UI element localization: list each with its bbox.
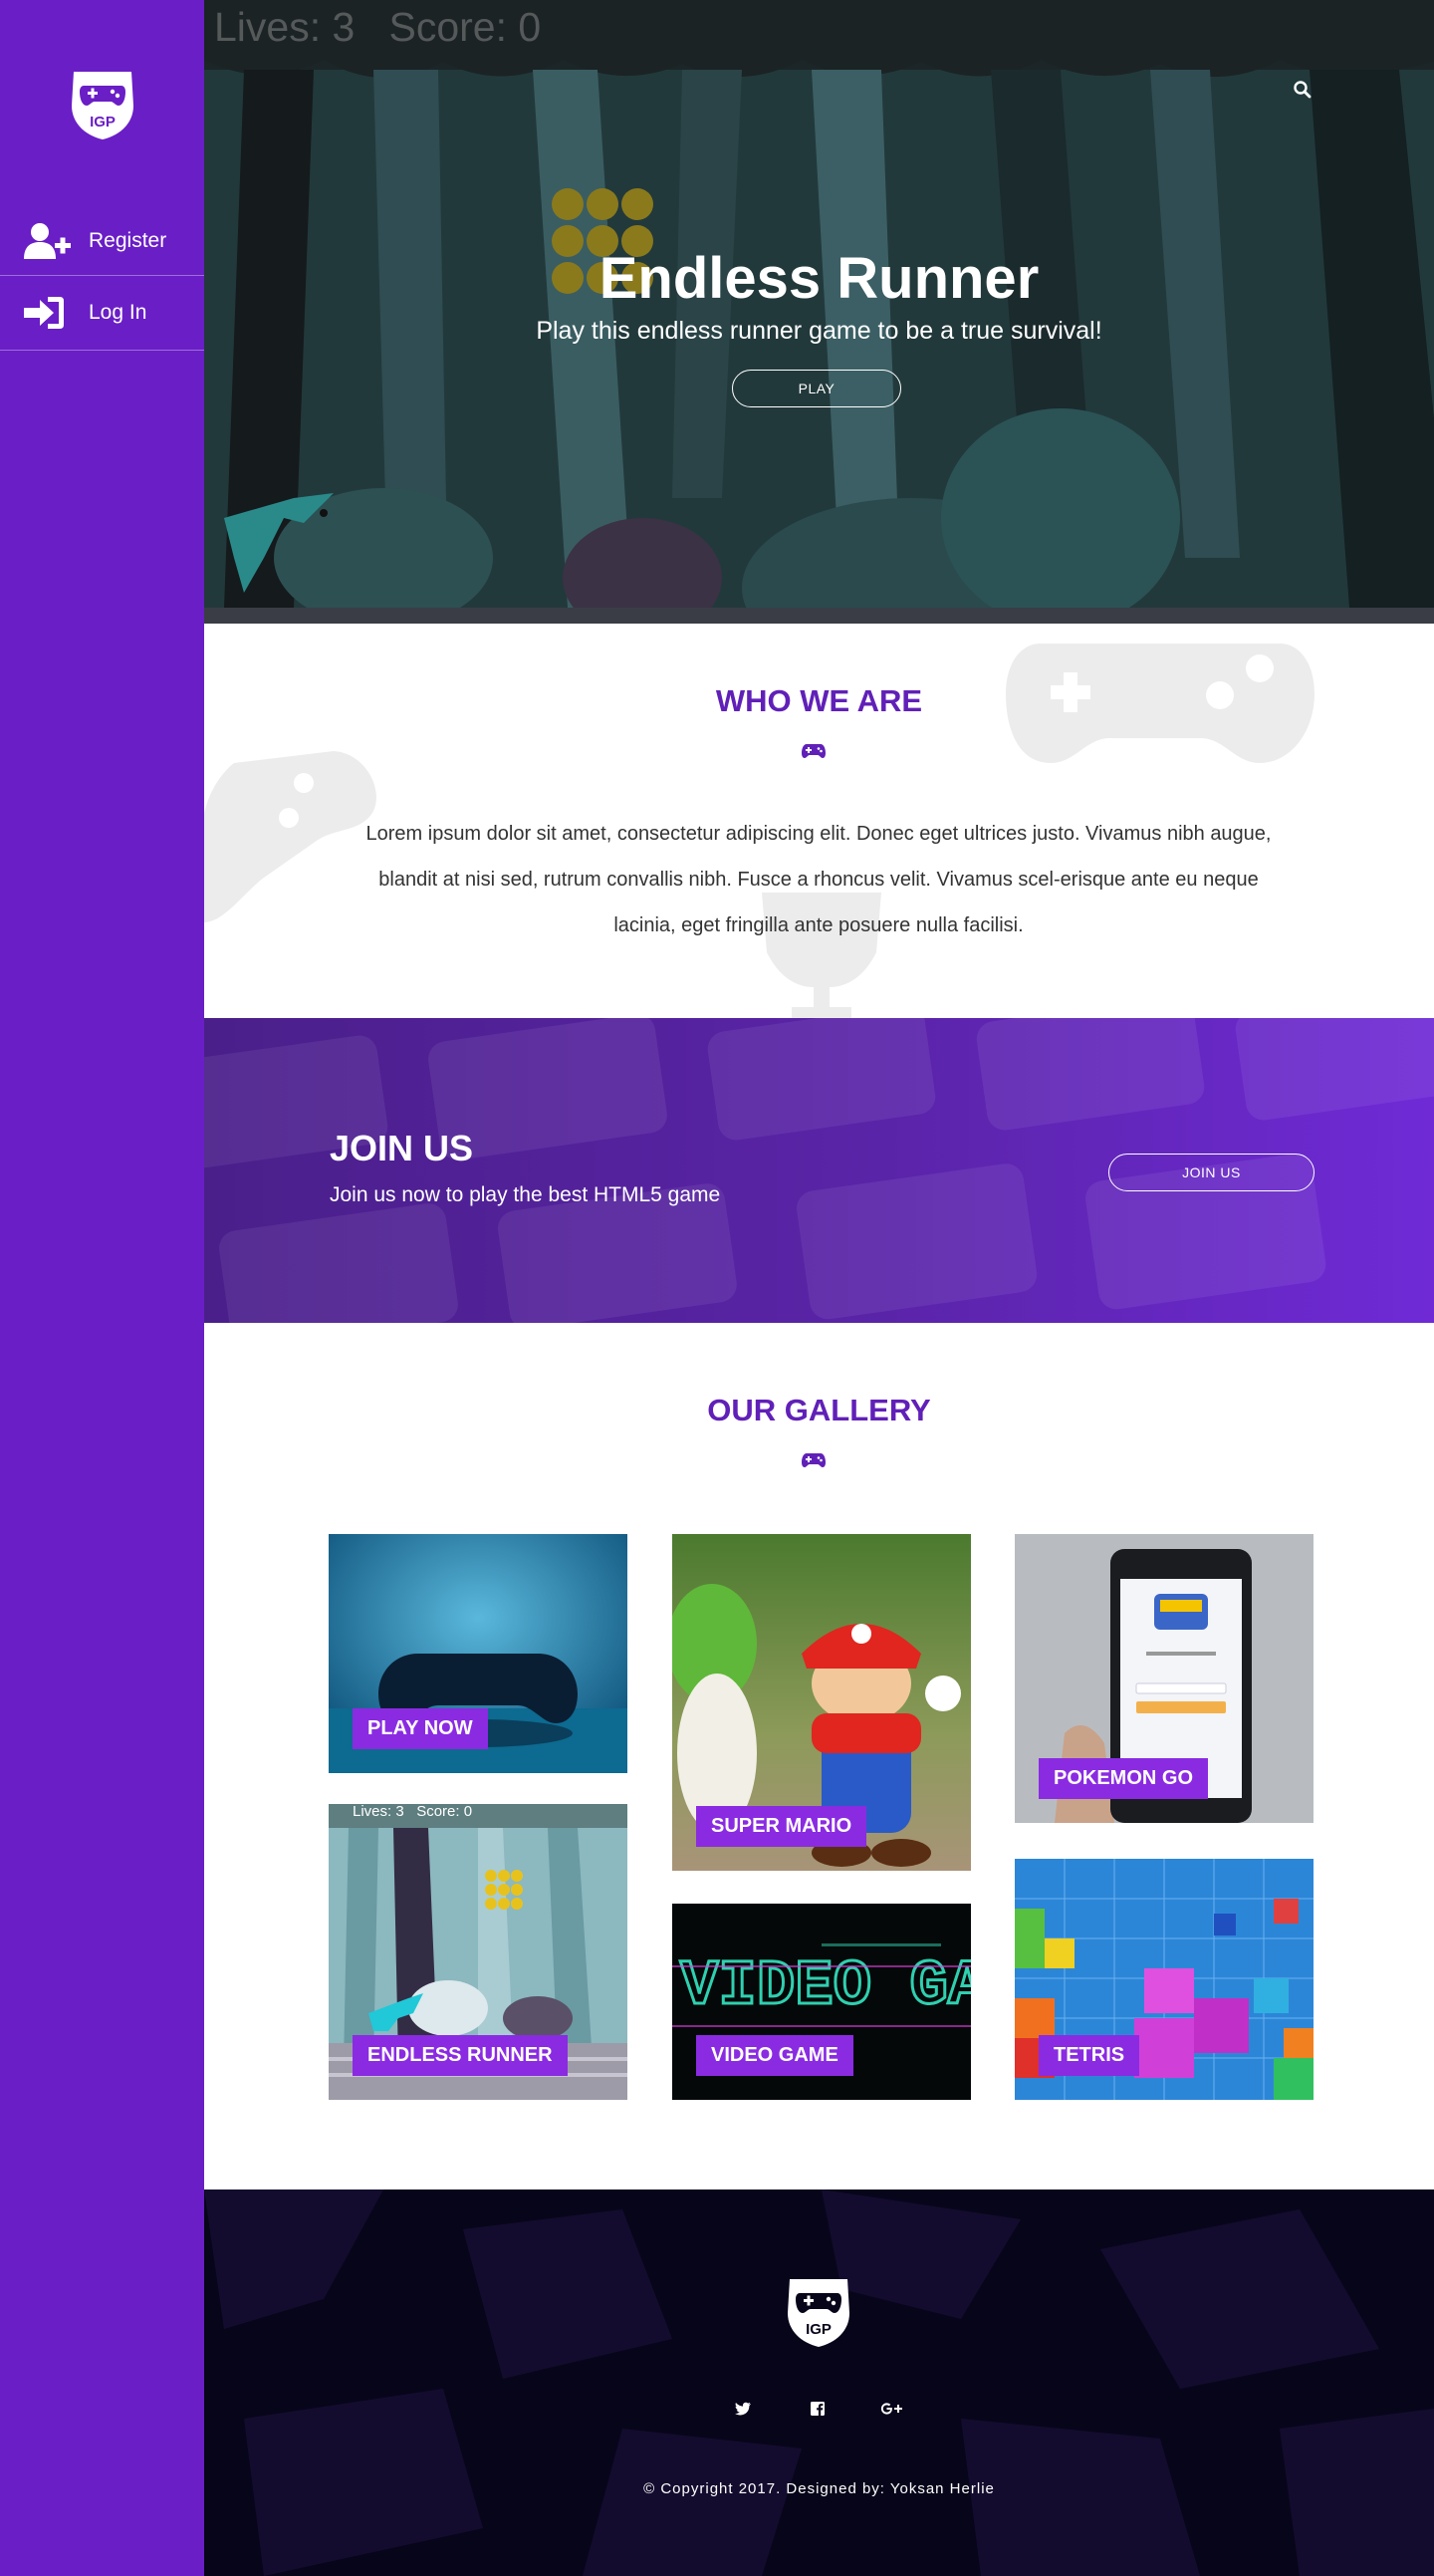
sidebar-item-register[interactable]: Register	[0, 206, 204, 276]
hero-banner: Lives: 3 Score: 0 Endless Runner Play th…	[204, 0, 1434, 624]
svg-text:IGP: IGP	[90, 114, 116, 130]
section-title: OUR GALLERY	[707, 1393, 931, 1427]
gallery-item-label: TETRIS	[1039, 2035, 1140, 2076]
gallery-item-video-game[interactable]: VIDEO GAMES VIDEO GAME	[672, 1904, 971, 2100]
facebook-icon[interactable]	[808, 2399, 828, 2419]
gallery-item-label: SUPER MARIO	[696, 1806, 867, 1847]
twitter-icon[interactable]	[733, 2399, 753, 2419]
sidebar-item-login[interactable]: Log In	[0, 276, 204, 351]
gallery-item-label: POKEMON GO	[1039, 1758, 1209, 1799]
svg-text:VIDEO GAMES: VIDEO GAMES	[680, 1951, 971, 2023]
join-us-button[interactable]: JOIN US	[1108, 1154, 1314, 1191]
gallery-item-endless-runner[interactable]: Lives: 3 Score: 0 ENDLESS RUNNER	[329, 1804, 627, 2100]
game-hud: Lives: 3 Score: 0	[353, 1804, 473, 1820]
sidebar: IGP Register Log In	[0, 0, 204, 2576]
footer-logo[interactable]: IGP	[780, 2271, 857, 2349]
add-user-icon	[22, 221, 72, 261]
gallery-item-pokemon-go[interactable]: POKEMON GO	[1015, 1534, 1314, 1823]
footer-background	[204, 2190, 1434, 2576]
game-hud: Lives: 3 Score: 0	[214, 4, 542, 50]
gamepad-icon	[802, 1453, 826, 1467]
join-subtitle: Join us now to play the best HTML5 game	[330, 1183, 721, 1206]
gallery-item-label: ENDLESS RUNNER	[353, 2035, 568, 2076]
about-section: WHO WE ARE Lorem ipsum dolor sit amet, c…	[204, 624, 1434, 1018]
gallery-item-label: PLAY NOW	[353, 1708, 488, 1749]
hero-title: Endless Runner	[598, 246, 1040, 311]
hero-background	[204, 0, 1434, 624]
svg-text:IGP: IGP	[806, 2321, 832, 2338]
section-title: WHO WE ARE	[715, 683, 923, 718]
igp-logo[interactable]: IGP	[64, 64, 141, 141]
play-button[interactable]: PLAY	[732, 370, 901, 407]
gallery-item-play-now[interactable]: PLAY NOW	[329, 1534, 627, 1773]
gallery-item-super-mario[interactable]: SUPER MARIO	[672, 1534, 971, 1871]
hero-subtitle: Play this endless runner game to be a tr…	[536, 317, 1102, 345]
sign-in-icon	[22, 293, 72, 333]
join-section: JOIN US Join us now to play the best HTM…	[204, 1018, 1434, 1323]
gallery-item-tetris[interactable]: TETRIS	[1015, 1859, 1314, 2100]
gamepad-icon	[802, 744, 826, 758]
join-title: JOIN US	[330, 1128, 474, 1168]
copyright-text: © Copyright 2017. Designed by: Yoksan He…	[643, 2480, 995, 2497]
footer: IGP © Copyright 2017. Designed by: Yoksa…	[204, 2190, 1434, 2576]
gallery-section: OUR GALLERY PLAY NOW Lives: 3 Score: 0 E…	[204, 1323, 1434, 2190]
google-plus-icon[interactable]	[879, 2399, 905, 2419]
about-text: Lorem ipsum dolor sit amet, consectetur …	[365, 823, 1272, 936]
sidebar-item-label: Log In	[89, 301, 147, 324]
gallery-item-label: VIDEO GAME	[696, 2035, 853, 2076]
search-icon[interactable]	[1293, 80, 1313, 100]
sidebar-item-label: Register	[89, 228, 167, 252]
